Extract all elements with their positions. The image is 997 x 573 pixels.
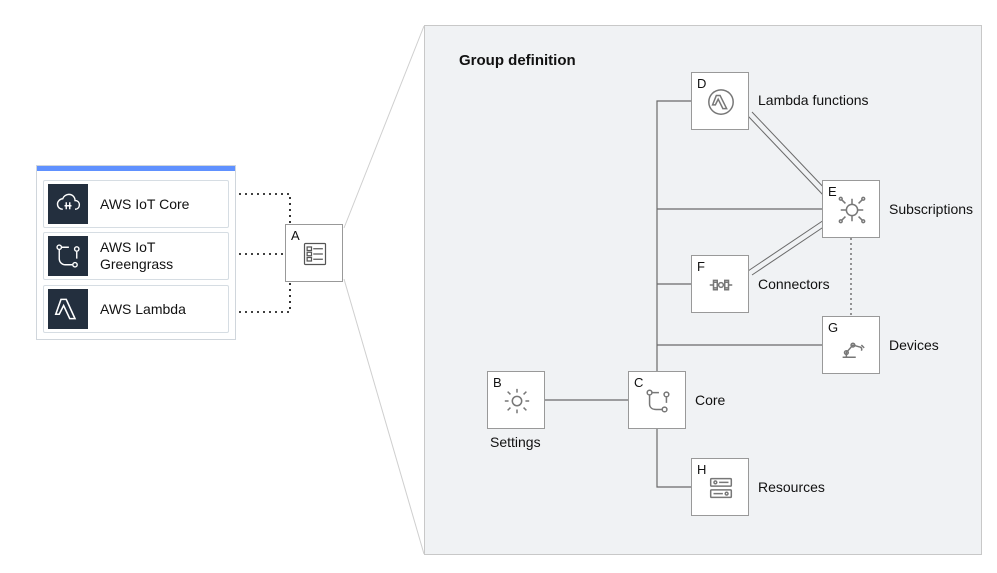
- node-letter: F: [697, 259, 705, 274]
- aws-iot-core-icon: [48, 184, 88, 224]
- services-panel: AWS IoT Core AWS IoT Greengrass AWS Lamb…: [36, 165, 236, 340]
- node-G: G: [822, 316, 880, 374]
- node-A: A: [285, 224, 343, 282]
- node-C-label: Core: [695, 392, 725, 408]
- group-title: Group definition: [459, 52, 576, 69]
- node-letter: A: [291, 228, 300, 243]
- lambda-outline-icon: [706, 87, 736, 117]
- node-D-label: Lambda functions: [758, 92, 869, 108]
- config-list-icon: [300, 239, 330, 269]
- node-letter: H: [697, 462, 706, 477]
- node-F: F: [691, 255, 749, 313]
- subscriptions-icon: [837, 195, 867, 225]
- node-C: C: [628, 371, 686, 429]
- gear-icon: [502, 386, 532, 416]
- node-B-label: Settings: [490, 434, 541, 450]
- node-letter: B: [493, 375, 502, 390]
- service-label: AWS IoT Core: [100, 196, 189, 213]
- accent-bar: [37, 166, 235, 171]
- node-E-label: Subscriptions: [889, 201, 973, 217]
- resources-icon: [706, 473, 736, 503]
- node-D: D: [691, 72, 749, 130]
- service-label: AWS Lambda: [100, 301, 186, 318]
- robot-arm-icon: [837, 331, 867, 361]
- node-F-label: Connectors: [758, 276, 830, 292]
- node-E: E: [822, 180, 880, 238]
- service-label: AWS IoT Greengrass: [100, 239, 173, 273]
- connectors-icon: [706, 270, 736, 300]
- aws-iot-greengrass-icon: [48, 236, 88, 276]
- node-G-label: Devices: [889, 337, 939, 353]
- aws-lambda-icon: [48, 289, 88, 329]
- node-H-label: Resources: [758, 479, 825, 495]
- node-letter: E: [828, 184, 837, 199]
- node-letter: C: [634, 375, 643, 390]
- core-circuit-icon: [643, 386, 673, 416]
- node-B: B: [487, 371, 545, 429]
- service-card-iot-greengrass: AWS IoT Greengrass: [43, 232, 229, 280]
- service-card-lambda: AWS Lambda: [43, 285, 229, 333]
- node-letter: D: [697, 76, 706, 91]
- node-H: H: [691, 458, 749, 516]
- service-card-iot-core: AWS IoT Core: [43, 180, 229, 228]
